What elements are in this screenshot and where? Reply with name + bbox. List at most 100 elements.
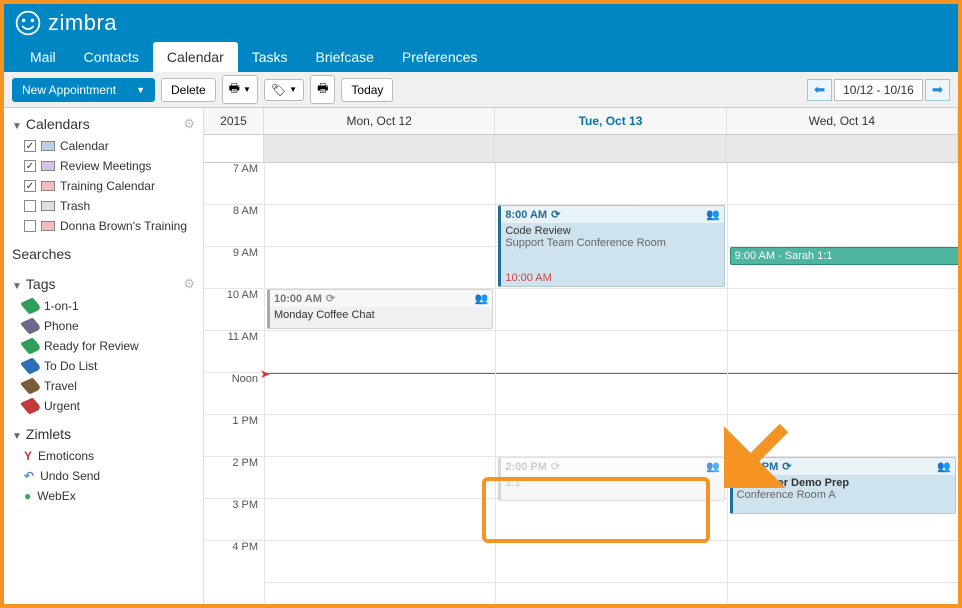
event-coffee-chat[interactable]: 10:00 AM ⟳Monday Coffee Chat👥: [267, 289, 493, 329]
sidebar-tag-item[interactable]: Travel: [10, 376, 197, 396]
event-location: Conference Room A: [737, 489, 951, 501]
sidebar-zimlet-item[interactable]: ↶Undo Send: [10, 466, 197, 486]
new-appointment-label: New Appointment: [22, 83, 116, 97]
sidebar-tag-item[interactable]: Phone: [10, 316, 197, 336]
tag-label: Travel: [44, 379, 77, 393]
calendar-swatch-icon: [41, 221, 55, 231]
tag-icon: [20, 297, 42, 314]
collapse-icon: ▼: [12, 121, 22, 132]
day-column-mon[interactable]: 10:00 AM ⟳Monday Coffee Chat👥: [264, 163, 495, 604]
event-location: Support Team Conference Room: [505, 237, 719, 249]
prev-week-button[interactable]: ⬅: [807, 79, 832, 101]
tab-contacts[interactable]: Contacts: [70, 42, 153, 72]
time-label: 7 AM: [204, 163, 264, 204]
sidebar-tag-item[interactable]: To Do List: [10, 356, 197, 376]
day-header-mon[interactable]: Mon, Oct 12: [264, 108, 495, 134]
today-button[interactable]: Today: [341, 78, 393, 102]
gear-icon[interactable]: ⚙: [183, 276, 195, 292]
tab-calendar[interactable]: Calendar: [153, 42, 238, 72]
delete-button[interactable]: Delete: [161, 78, 216, 102]
event-time: 10:00 AM: [274, 293, 322, 305]
calendar-swatch-icon: [41, 141, 55, 151]
checkbox[interactable]: [24, 180, 36, 192]
people-icon: 👥: [475, 292, 489, 305]
people-icon: 👥: [706, 208, 720, 221]
calendar-grid[interactable]: 7 AM8 AM9 AM10 AM11 AMNoon1 PM2 PM3 PM4 …: [204, 163, 958, 604]
sidebar-calendar-item[interactable]: Training Calendar: [10, 176, 197, 196]
zimlet-icon: Y: [24, 449, 32, 463]
tag-label: To Do List: [44, 359, 97, 373]
day-header-tue[interactable]: Tue, Oct 13: [495, 108, 726, 134]
event-time: 2:00 PM: [737, 461, 779, 473]
collapse-icon: ▼: [12, 431, 22, 442]
calendar-header-row: 2015 Mon, Oct 12 Tue, Oct 13 Wed, Oct 14: [204, 108, 958, 135]
event-title: 1:1: [501, 475, 723, 491]
new-appointment-button[interactable]: New Appointment ▼: [12, 78, 155, 102]
tags-section-header[interactable]: ▼Tags ⚙: [10, 272, 197, 296]
day-header-wed[interactable]: Wed, Oct 14: [727, 108, 958, 134]
sidebar-calendar-item[interactable]: Review Meetings: [10, 156, 197, 176]
event-ghost-1on1[interactable]: 2:00 PM ⟳1:1👥: [498, 457, 724, 501]
checkbox[interactable]: [24, 220, 36, 232]
tab-mail[interactable]: Mail: [16, 42, 70, 72]
sidebar-zimlet-item[interactable]: YEmoticons: [10, 446, 197, 466]
time-label: Noon: [204, 372, 264, 414]
tag-label: Phone: [44, 319, 79, 333]
sidebar-tag-item[interactable]: 1-on-1: [10, 296, 197, 316]
event-code-review[interactable]: 8:00 AM ⟳Code ReviewSupport Team Confere…: [498, 205, 724, 287]
time-label: 11 AM: [204, 330, 264, 372]
next-week-button[interactable]: ➡: [925, 79, 950, 101]
tag-icon: [20, 337, 42, 354]
people-icon: 👥: [937, 460, 951, 473]
printer-icon: 🖶: [317, 79, 328, 100]
event-time: 8:00 AM: [505, 209, 547, 221]
checkbox[interactable]: [24, 200, 36, 212]
date-range-label: 10/12 - 10/16: [834, 79, 923, 101]
calendar-label: Training Calendar: [60, 179, 155, 193]
tag-label: Urgent: [44, 399, 80, 413]
printer-icon: 🖶: [229, 79, 240, 100]
calendar-view: 2015 Mon, Oct 12 Tue, Oct 13 Wed, Oct 14…: [204, 108, 958, 604]
allday-row[interactable]: [204, 135, 958, 163]
app-header: zimbra: [4, 4, 958, 42]
sidebar-zimlet-item[interactable]: ●WebEx: [10, 486, 197, 506]
sidebar-calendar-item[interactable]: Donna Brown's Training: [10, 216, 197, 236]
brand-logo: zimbra: [14, 9, 117, 37]
event-sarah-1on1[interactable]: 9:00 AM - Sarah 1:1: [730, 247, 958, 265]
sidebar-calendar-item[interactable]: Trash: [10, 196, 197, 216]
searches-section-header[interactable]: Searches: [10, 242, 197, 266]
sidebar-tag-item[interactable]: Urgent: [10, 396, 197, 416]
gear-icon[interactable]: ⚙: [183, 116, 195, 132]
day-column-wed[interactable]: 2:00 PM ⟳Customer Demo PrepConference Ro…: [727, 163, 958, 604]
checkbox[interactable]: [24, 140, 36, 152]
refresh-icon: ⟳: [782, 460, 791, 473]
chevron-down-icon: ▼: [289, 85, 297, 94]
time-label: 3 PM: [204, 498, 264, 540]
tag-icon: [20, 317, 42, 334]
time-label: 2 PM: [204, 456, 264, 498]
event-customer-demo[interactable]: 2:00 PM ⟳Customer Demo PrepConference Ro…: [730, 457, 956, 514]
calendar-label: Trash: [60, 199, 90, 213]
refresh-icon: ⟳: [551, 208, 560, 221]
tab-preferences[interactable]: Preferences: [388, 42, 491, 72]
calendars-section-header[interactable]: ▼Calendars ⚙: [10, 112, 197, 136]
zimbra-icon: [14, 9, 42, 37]
time-label: 9 AM: [204, 246, 264, 288]
sidebar-calendar-item[interactable]: Calendar: [10, 136, 197, 156]
print-button[interactable]: 🖶: [310, 75, 335, 104]
tab-tasks[interactable]: Tasks: [238, 42, 302, 72]
tab-briefcase[interactable]: Briefcase: [302, 42, 388, 72]
print-menu-button[interactable]: 🖶▼: [222, 75, 258, 104]
chevron-down-icon: ▼: [243, 85, 251, 94]
event-title: Monday Coffee Chat: [270, 307, 492, 323]
tag-menu-button[interactable]: 🏷▼: [264, 79, 304, 101]
sidebar: ▼Calendars ⚙ CalendarReview Meetings Trai…: [4, 108, 204, 604]
checkbox[interactable]: [24, 160, 36, 172]
day-column-tue[interactable]: 8:00 AM ⟳Code ReviewSupport Team Confere…: [495, 163, 726, 604]
brand-text: zimbra: [48, 10, 117, 36]
tag-label: Ready for Review: [44, 339, 139, 353]
current-time-arrow-icon: ➤: [260, 367, 270, 381]
zimlets-section-header[interactable]: ▼Zimlets: [10, 422, 197, 446]
sidebar-tag-item[interactable]: Ready for Review: [10, 336, 197, 356]
time-label: 8 AM: [204, 204, 264, 246]
